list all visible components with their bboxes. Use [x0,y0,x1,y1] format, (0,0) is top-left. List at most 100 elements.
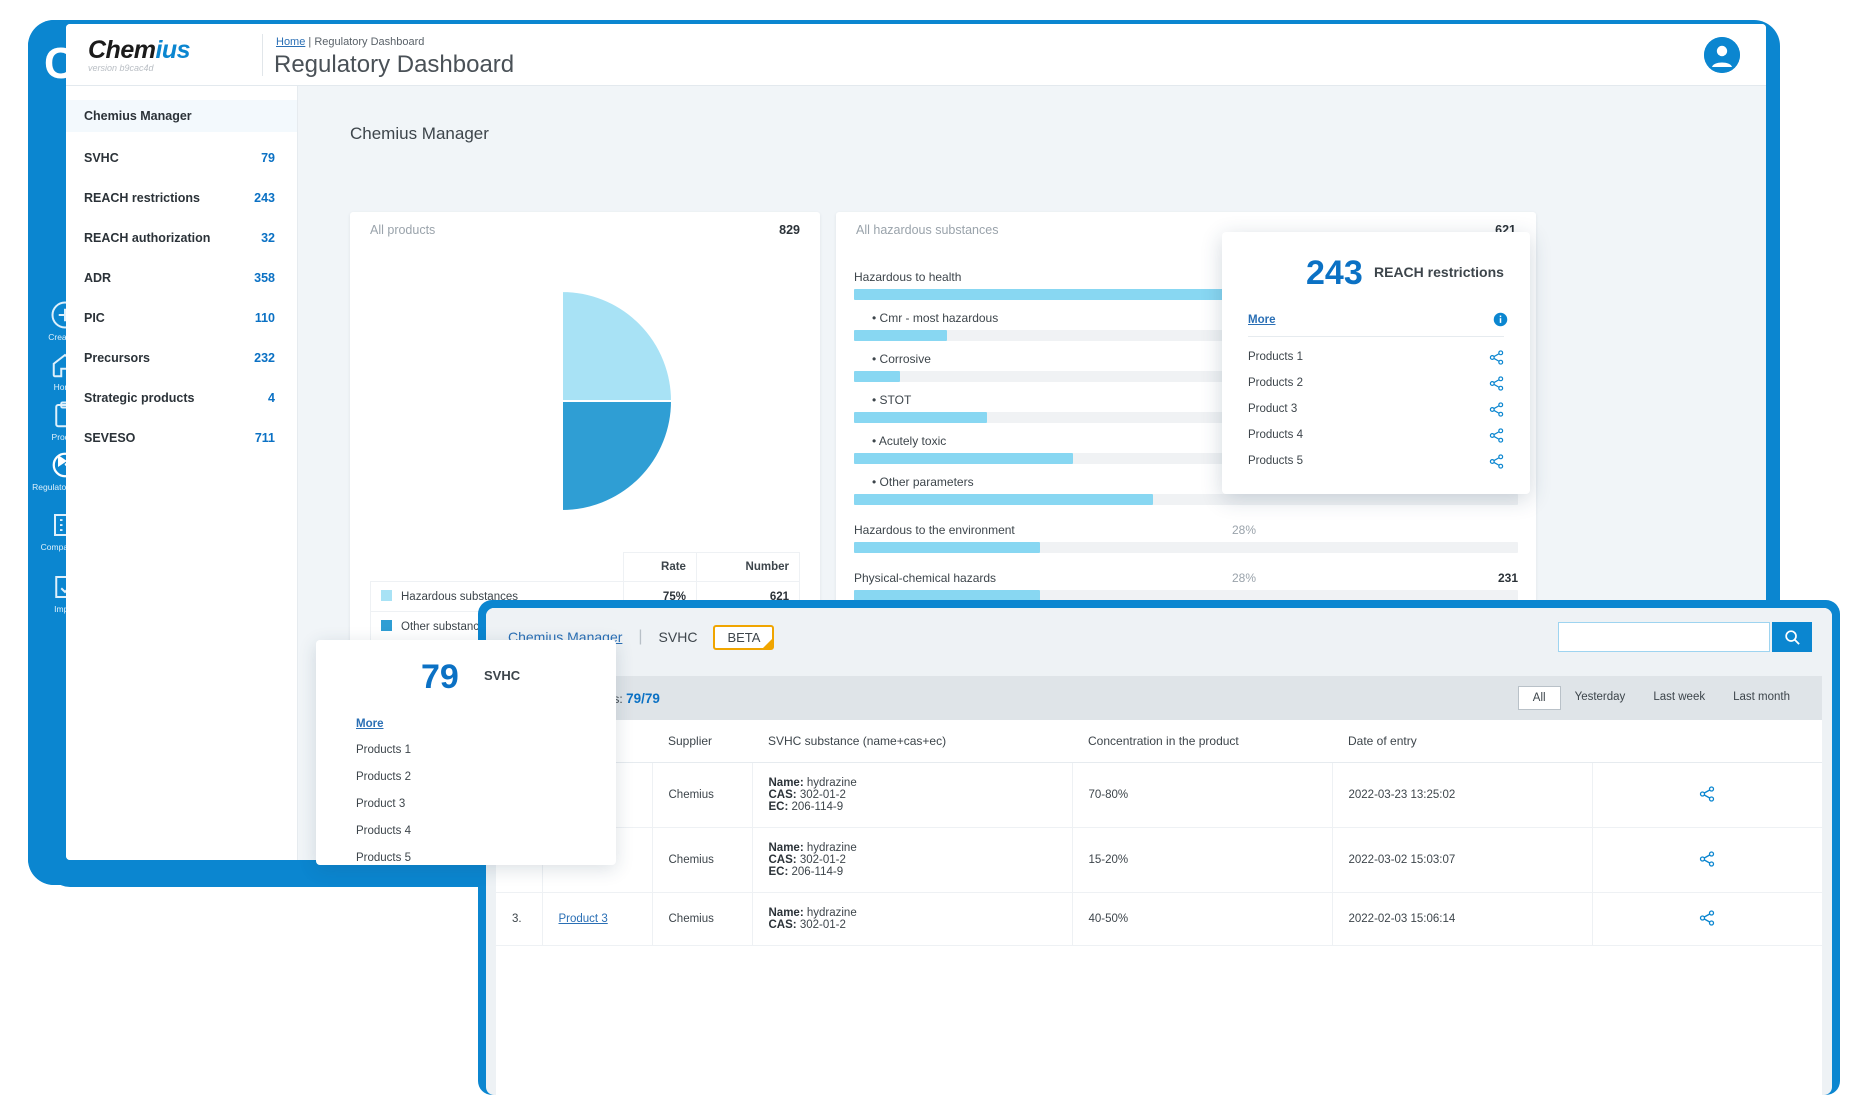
list-item[interactable]: Products 1 [356,744,586,771]
substance-name-label: Name: [768,842,804,854]
breadcrumb-separator: | [308,36,312,48]
sidebar-item-strategic-products[interactable]: Strategic products 4 [66,382,297,414]
cell-index: 3. [496,892,543,946]
sidebar-item-count: 711 [254,431,275,445]
tab-svhc[interactable]: SVHC [659,629,698,645]
cell-substance: Name: hydrazine CAS: 302-01-2 EC: 206-11… [752,827,1073,893]
th-concentration: Concentration in the product [1072,720,1332,763]
sidebar-item-pic[interactable]: PIC 110 [66,302,297,334]
sidebar-item-label: REACH restrictions [84,191,200,205]
list-item[interactable]: Products 2 [1248,370,1504,396]
bar-fill [854,542,1040,553]
substance-name-value: hydrazine [806,842,857,854]
bar-fill [854,412,987,423]
share-icon[interactable] [1489,349,1504,365]
substance-cas-label: CAS: [768,854,797,866]
bar-fill [854,494,1153,505]
sidebar-item-svhc[interactable]: SVHC 79 [66,142,297,174]
list-item[interactable]: Products 2 [356,771,586,798]
reach-popup-list: Products 1 Products 2 Product 3 Products… [1248,344,1504,474]
sidebar-item-seveso[interactable]: SEVESO 711 [66,422,297,454]
sidebar-item-chemius-manager[interactable]: Chemius Manager [66,100,297,132]
cell-concentration: 70-80% [1072,762,1333,828]
all-products-card-header: All products 829 [350,212,820,248]
list-item[interactable]: Products 5 [356,852,586,879]
product-count-bar: Number of products: 79/79 All Yesterday … [496,676,1822,720]
filter-yesterday[interactable]: Yesterday [1561,686,1640,710]
badge-beta: BETA [713,624,775,650]
sidebar-item-count: 79 [261,151,275,165]
share-icon[interactable] [1489,453,1504,469]
th-date: Date of entry [1332,720,1592,763]
sidebar-item-label: Precursors [84,351,151,365]
sidebar-item-precursors[interactable]: Precursors 232 [66,342,297,374]
list-item[interactable]: Products 5 [1248,448,1504,474]
user-avatar-icon [1704,37,1740,73]
sidebar-item-label: REACH authorization [84,231,211,245]
share-icon[interactable] [1699,909,1715,926]
cell-supplier: Chemius [652,827,753,893]
share-icon[interactable] [1489,375,1504,391]
share-icon[interactable] [1699,785,1715,802]
reach-popup-more-link[interactable]: More [1248,314,1275,326]
avatar[interactable] [1704,37,1740,73]
reach-restrictions-popup: 243 REACH restrictions More Products 1 P… [1222,232,1530,494]
table-row[interactable]: 3. Product 3 Chemius Name: hydrazine CAS… [496,892,1822,946]
svhc-popup-more-link[interactable]: More [356,718,383,730]
substance-cas-value: 302-01-2 [799,854,846,866]
legend-swatch-hazardous [381,590,392,601]
bar-label: Hazardous to the environment [854,523,1015,537]
bar-percent: 28% [1231,571,1257,585]
table-header-row: # Product Supplier SVHC substance (name+… [496,720,1822,763]
bar-percent: 28% [1231,523,1257,537]
products-pie-chart [350,256,820,546]
cell-concentration: 40-50% [1072,892,1333,946]
share-icon[interactable] [1489,427,1504,443]
pie-svg [561,289,674,513]
search-input[interactable] [1559,623,1769,651]
bar-track [854,542,1518,553]
product-link[interactable]: Product 3 [559,913,608,925]
breadcrumb-home-link[interactable]: Home [276,36,305,48]
info-circle-icon[interactable] [1493,312,1508,327]
sidebar-item-label: SVHC [84,151,119,165]
bar-row[interactable]: Hazardous to the environment 28% [854,523,1518,553]
cell-substance: Name: hydrazine CAS: 302-01-2 [752,892,1073,946]
svhc-popup-list: Products 1 Products 2 Product 3 Products… [356,744,586,879]
app-logo[interactable]: Chemius version b9cac4d [88,36,238,73]
list-item[interactable]: Products 1 [1248,344,1504,370]
table-row[interactable]: 1. Product 1 Chemius Name: hydrazine CAS… [496,762,1822,828]
substance-cas-value: 302-01-2 [799,919,846,931]
list-item[interactable]: Products 4 [1248,422,1504,448]
svhc-table: # Product Supplier SVHC substance (name+… [496,720,1822,946]
filter-all[interactable]: All [1517,686,1561,710]
cell-supplier: Chemius [652,762,753,828]
sidebar-item-count: 110 [254,311,275,325]
tab-separator: | [638,628,643,645]
svhc-popup-card: 79 SVHC More Products 1 Products 2 Produ… [316,640,616,865]
product-count-value: 79/79 [626,690,660,706]
share-icon[interactable] [1699,850,1715,867]
cell-date: 2022-03-02 15:03:07 [1332,827,1593,893]
table-row[interactable]: 2. Product 2 Chemius Name: hydrazine CAS… [496,827,1822,893]
filter-last-month[interactable]: Last month [1719,686,1804,710]
search-input-wrapper[interactable] [1558,622,1770,652]
sidebar-item-reach-restrictions[interactable]: REACH restrictions 243 [66,182,297,214]
bar-row[interactable]: Physical-chemical hazards 28% 231 [854,571,1518,601]
page-title: Regulatory Dashboard [274,51,515,78]
list-item[interactable]: Product 3 [356,798,586,825]
list-item-label: Products 5 [1248,455,1303,467]
filter-last-week[interactable]: Last week [1639,686,1719,710]
list-item[interactable]: Product 3 [1248,396,1504,422]
content-title: Chemius Manager [350,124,489,143]
list-item[interactable]: Products 4 [356,825,586,852]
logo-wordmark: Chemius [88,36,238,65]
search-button[interactable] [1772,622,1812,652]
sidebar-item-reach-authorization[interactable]: REACH authorization 32 [66,222,297,254]
sidebar-item-adr[interactable]: ADR 358 [66,262,297,294]
share-icon[interactable] [1489,401,1504,417]
list-item-label: Product 3 [1248,403,1298,415]
th-supplier: Supplier [652,720,752,763]
sidebar-item-count: 32 [261,231,275,245]
bar-count: 231 [1497,571,1518,585]
